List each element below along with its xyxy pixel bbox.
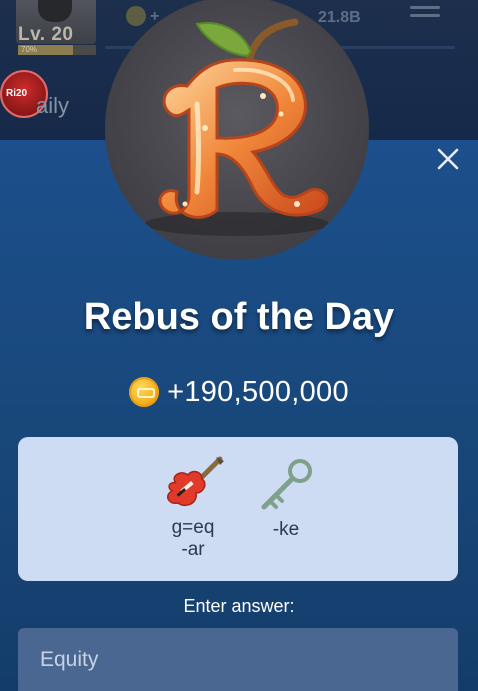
rebus-card: g=eq -ar -ke [18,437,458,581]
electric-guitar-icon [167,456,224,507]
reward: +190,500,000 [0,372,478,412]
rebus-clue-key: -ke [256,457,316,547]
reward-amount: +190,500,000 [167,375,349,408]
modal-title: Rebus of the Day [83,296,395,338]
close-button[interactable] [432,143,464,175]
key-icon [261,459,312,510]
menu-icon[interactable] [410,6,440,22]
clue-key-line1: -ke [272,519,300,540]
close-icon [437,148,459,170]
hero-image [105,0,369,260]
answer-input[interactable] [18,628,458,691]
daily-label: aily [36,93,70,118]
apple-letter-r-icon [145,18,329,236]
daily-badge-text: Ri20 [6,88,28,99]
level-progress-bar: 70% [18,45,96,55]
clue-guitar-line2: -ar [181,539,205,560]
level-progress-label: 70% [21,45,38,54]
coin-icon [129,377,160,407]
clue-guitar-line1: g=eq [171,517,215,538]
rebus-clue-guitar: g=eq -ar [158,455,228,565]
level-label: Lv. 20 [18,24,74,45]
answer-label: Enter answer: [183,596,295,616]
